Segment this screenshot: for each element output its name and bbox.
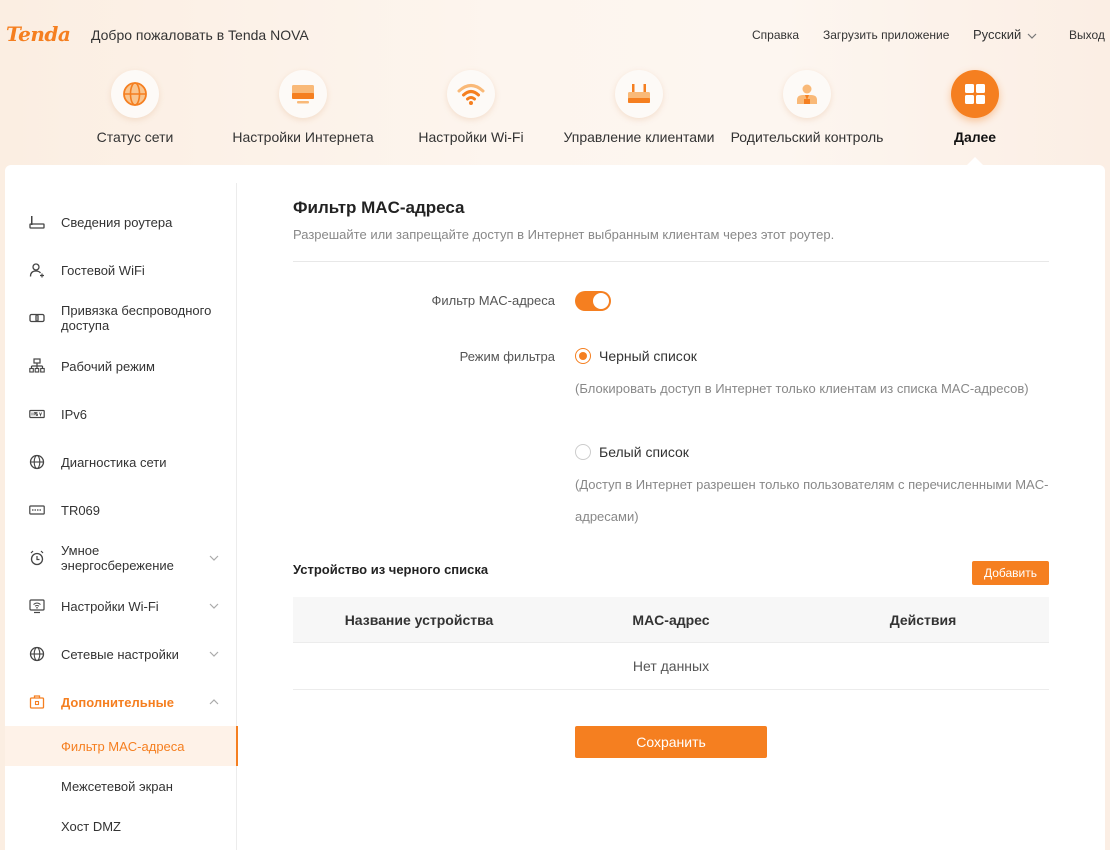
- tab-internet-settings[interactable]: Настройки Интернета: [219, 70, 387, 160]
- sidebar-item-label: Привязка беспроводного доступа: [61, 303, 212, 333]
- exit-link[interactable]: Выход: [1069, 28, 1105, 42]
- sidebar-subitem-mac-filter[interactable]: Фильтр MAC-адреса: [5, 726, 238, 766]
- chevron-down-icon: [209, 552, 219, 564]
- tab-parental-control[interactable]: Родительский контроль: [723, 70, 891, 160]
- sidebar-item-label: Диагностика сети: [61, 454, 167, 470]
- sidebar-item-label: Гостевой WiFi: [61, 262, 145, 278]
- tenda-logo: Tenda: [6, 22, 71, 46]
- divider: [293, 261, 1049, 262]
- save-button[interactable]: Сохранить: [575, 726, 767, 758]
- chevron-down-icon: [209, 600, 219, 612]
- welcome-text: Добро пожаловать в Tenda NOVA: [91, 27, 309, 43]
- sidebar-item-label: IPv6: [61, 406, 88, 422]
- sidebar-item-advanced[interactable]: Дополнительные: [5, 678, 237, 726]
- sidebar-subitem-firewall[interactable]: Межсетевой экран: [5, 766, 237, 806]
- person-icon: [783, 70, 831, 118]
- sidebar-item-guest-wifi[interactable]: Гостевой WiFi: [5, 246, 237, 294]
- grid-icon: [951, 70, 999, 118]
- tab-client-management[interactable]: Управление клиентами: [555, 70, 723, 160]
- chevron-down-icon: [209, 648, 219, 660]
- table-header: Название устройства MAC-адрес Действия: [293, 597, 1049, 643]
- tab-label: Родительский контроль: [730, 129, 884, 145]
- column-header: Действия: [889, 612, 957, 628]
- chevron-down-icon: [1027, 31, 1037, 42]
- mac-filter-toggle[interactable]: [575, 291, 611, 311]
- tab-label: Настройки Интернета: [232, 129, 374, 145]
- tab-network-status[interactable]: Статус сети: [51, 70, 219, 160]
- blacklist-label: Черный список: [599, 348, 697, 364]
- language-label: Русский: [973, 27, 1022, 42]
- tab-more[interactable]: Далее: [891, 70, 1059, 160]
- whitelist-label: Белый список: [599, 444, 689, 460]
- sidebar-item-label: Сетевые настройки: [61, 646, 179, 662]
- sidebar-item-label: Настройки Wi-Fi: [61, 598, 159, 614]
- table-empty-row: Нет данных: [293, 643, 1049, 690]
- top-bar: Tenda Добро пожаловать в Tenda NOVA Спра…: [0, 0, 1110, 70]
- tab-wifi-settings[interactable]: Настройки Wi-Fi: [387, 70, 555, 160]
- add-button[interactable]: Добавить: [972, 561, 1049, 585]
- help-link[interactable]: Справка: [752, 28, 799, 42]
- tr069-icon: [29, 502, 45, 518]
- download-app-link[interactable]: Загрузить приложение: [823, 28, 949, 42]
- sidebar-subitem-dmz-host[interactable]: Хост DMZ: [5, 806, 237, 846]
- tab-label: Статус сети: [96, 129, 174, 145]
- toolbox-icon: [29, 694, 45, 710]
- mac-filter-label: Фильтр MAC-адреса: [431, 293, 555, 308]
- globe-icon: [29, 454, 45, 470]
- wifi-icon: [447, 70, 495, 118]
- whitelist-radio[interactable]: Белый список: [575, 444, 689, 460]
- sidebar-item-tr069[interactable]: TR069: [5, 486, 237, 534]
- sidebar-item-wifi-settings[interactable]: Настройки Wi-Fi: [5, 582, 237, 630]
- page-description: Разрешайте или запрещайте доступ в Интер…: [293, 227, 835, 242]
- radio-checked-icon: [575, 348, 591, 364]
- guest-icon: [29, 262, 45, 278]
- language-select[interactable]: Русский: [973, 27, 1037, 42]
- sidebar: Сведения роутера Гостевой WiFi Привязка …: [5, 183, 238, 850]
- filter-mode-label: Режим фильтра: [459, 349, 555, 364]
- sidebar-item-label: Рабочий режим: [61, 358, 155, 374]
- sidebar-item-label: TR069: [61, 502, 101, 518]
- blacklist-radio[interactable]: Черный список: [575, 348, 697, 364]
- sidebar-item-network-settings[interactable]: Сетевые настройки: [5, 630, 237, 678]
- radio-unchecked-icon: [575, 444, 591, 460]
- whitelist-hint: (Доступ в Интернет разрешен только польз…: [575, 477, 1049, 524]
- wifi-settings-icon: [29, 598, 45, 614]
- router-icon: [615, 70, 663, 118]
- alarm-icon: [29, 550, 45, 566]
- ipv6-icon: [29, 406, 45, 422]
- globe-icon: [111, 70, 159, 118]
- router-info-icon: [29, 214, 45, 230]
- topology-icon: [29, 358, 45, 374]
- sidebar-item-work-mode[interactable]: Рабочий режим: [5, 342, 237, 390]
- link-icon: [29, 310, 45, 326]
- tab-label: Далее: [953, 129, 997, 145]
- sidebar-item-label: Сведения роутера: [61, 214, 173, 230]
- chevron-up-icon: [209, 696, 219, 708]
- sidebar-item-label: Дополнительные: [61, 694, 174, 710]
- device-section-title: Устройство из черного списка: [293, 562, 489, 577]
- sidebar-item-smart-power-saving[interactable]: Умное энергосбережение: [5, 534, 237, 582]
- sidebar-item-wireless-binding[interactable]: Привязка беспроводного доступа: [5, 294, 237, 342]
- blacklist-hint: (Блокировать доступ в Интернет только кл…: [575, 381, 1029, 396]
- main-panel: Сведения роутера Гостевой WiFi Привязка …: [5, 165, 1105, 850]
- column-header: MAC-адрес: [632, 612, 710, 628]
- sidebar-item-label: Умное энергосбережение: [61, 543, 174, 573]
- sidebar-item-network-diagnostics[interactable]: Диагностика сети: [5, 438, 237, 486]
- page-title: Фильтр MAC-адреса: [293, 198, 465, 217]
- sidebar-item-router-info[interactable]: Сведения роутера: [5, 198, 237, 246]
- tab-label: Управление клиентами: [563, 129, 715, 145]
- column-header: Название устройства: [344, 612, 494, 628]
- tab-label: Настройки Wi-Fi: [418, 129, 524, 145]
- globe-icon: [29, 646, 45, 662]
- monitor-icon: [279, 70, 327, 118]
- sidebar-item-ipv6[interactable]: IPv6: [5, 390, 237, 438]
